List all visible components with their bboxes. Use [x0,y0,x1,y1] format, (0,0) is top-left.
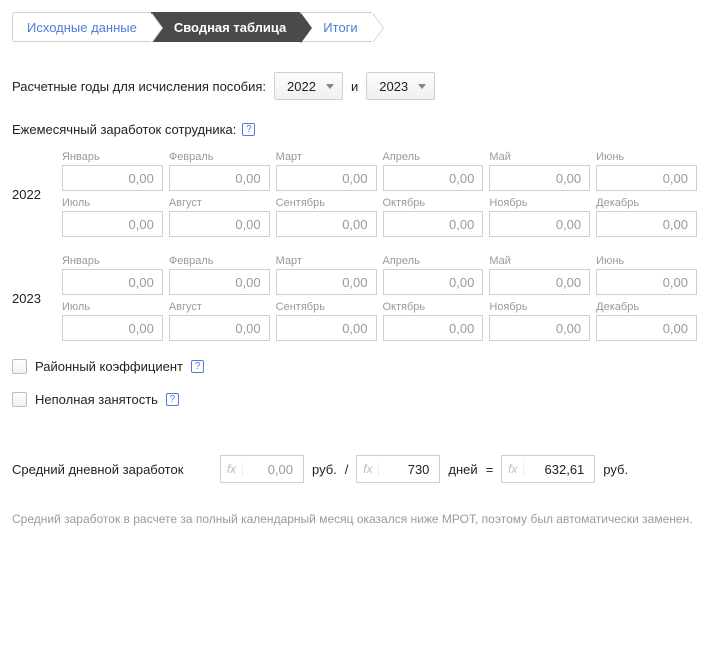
month-label: Октябрь [383,301,484,313]
mrot-note: Средний заработок в расчете за полный ка… [12,511,697,528]
chevron-down-icon [418,84,426,89]
help-icon[interactable]: ? [166,393,179,406]
earnings-input-2023-12[interactable]: 0,00 [596,315,697,341]
month-label: Май [489,151,590,163]
year-caption-2023: 2023 [12,291,50,306]
avg-earnings-input[interactable]: fx 0,00 [220,455,304,483]
earnings-input-2022-07[interactable]: 0,00 [62,211,163,237]
month-label: Октябрь [383,197,484,209]
avg-days-input[interactable]: fx 730 [356,455,440,483]
month-label: Июнь [596,255,697,267]
years-row: Расчетные годы для исчисления пособия: 2… [12,72,697,100]
earnings-input-2023-03[interactable]: 0,00 [276,269,377,295]
earnings-input-2023-04[interactable]: 0,00 [383,269,484,295]
earnings-input-2023-06[interactable]: 0,00 [596,269,697,295]
fx-icon: fx [502,462,524,476]
month-label: Май [489,255,590,267]
month-label: Март [276,151,377,163]
unit-rub: руб. [603,462,628,477]
earnings-input-2022-01[interactable]: 0,00 [62,165,163,191]
month-label: Февраль [169,151,270,163]
chevron-down-icon [326,84,334,89]
months-grid-2022: Январь 0,00 Февраль 0,00 Март 0,00 Апрель 0,… [62,151,697,237]
monthly-earnings-label: Ежемесячный заработок сотрудника: ? [12,122,697,137]
earnings-input-2022-05[interactable]: 0,00 [489,165,590,191]
district-coefficient-row: Районный коэффициент ? [12,359,697,374]
earnings-input-2023-09[interactable]: 0,00 [276,315,377,341]
part-time-row: Неполная занятость ? [12,392,697,407]
earnings-input-2023-07[interactable]: 0,00 [62,315,163,341]
month-label: Апрель [383,151,484,163]
earnings-input-2023-11[interactable]: 0,00 [489,315,590,341]
month-label: Март [276,255,377,267]
months-grid-2023: Январь 0,00 Февраль 0,00 Март 0,00 Апрель 0,… [62,255,697,341]
month-label: Ноябрь [489,197,590,209]
month-label: Август [169,197,270,209]
earnings-input-2022-06[interactable]: 0,00 [596,165,697,191]
avg-days-value: 730 [379,462,439,477]
slash: / [345,462,349,477]
avg-daily-label: Средний дневной заработок [12,462,212,477]
years-label: Расчетные годы для исчисления пособия: [12,79,266,94]
part-time-checkbox[interactable] [12,392,27,407]
unit-rub: руб. [312,462,337,477]
district-coefficient-label: Районный коэффициент [35,359,183,374]
avg-result-value: 632,61 [524,462,594,477]
tab-summary[interactable]: Сводная таблица [151,12,300,42]
avg-earnings-value: 0,00 [243,462,303,477]
earnings-input-2022-08[interactable]: 0,00 [169,211,270,237]
breadcrumb-tabs: Исходные данные Сводная таблица Итоги [12,12,697,42]
earnings-input-2022-02[interactable]: 0,00 [169,165,270,191]
part-time-label: Неполная занятость [35,392,158,407]
help-icon[interactable]: ? [191,360,204,373]
month-label: Сентябрь [276,301,377,313]
earnings-input-2022-04[interactable]: 0,00 [383,165,484,191]
select-year-2[interactable]: 2023 [366,72,435,100]
earnings-input-2022-10[interactable]: 0,00 [383,211,484,237]
district-coefficient-checkbox[interactable] [12,359,27,374]
select-year-1[interactable]: 2022 [274,72,343,100]
select-year-2-value: 2023 [379,79,408,94]
year-block-2022: 2022 Январь 0,00 Февраль 0,00 Март 0,00 Апр… [12,151,697,237]
earnings-input-2022-12[interactable]: 0,00 [596,211,697,237]
equals: = [486,462,494,477]
fx-icon: fx [221,462,243,476]
tab-source[interactable]: Исходные данные [12,12,151,42]
help-icon[interactable]: ? [242,123,255,136]
earnings-input-2023-01[interactable]: 0,00 [62,269,163,295]
month-label: Февраль [169,255,270,267]
avg-result-input[interactable]: fx 632,61 [501,455,595,483]
month-label: Июнь [596,151,697,163]
month-label: Январь [62,255,163,267]
fx-icon: fx [357,462,379,476]
month-label: Апрель [383,255,484,267]
month-label: Август [169,301,270,313]
earnings-input-2022-09[interactable]: 0,00 [276,211,377,237]
earnings-input-2022-03[interactable]: 0,00 [276,165,377,191]
earnings-input-2023-02[interactable]: 0,00 [169,269,270,295]
year-caption-2022: 2022 [12,187,50,202]
unit-days: дней [448,462,477,477]
and-label: и [351,79,358,94]
month-label: Июль [62,301,163,313]
month-label: Сентябрь [276,197,377,209]
month-label: Декабрь [596,301,697,313]
monthly-earnings-text: Ежемесячный заработок сотрудника: [12,122,236,137]
month-label: Июль [62,197,163,209]
earnings-input-2023-05[interactable]: 0,00 [489,269,590,295]
earnings-input-2023-08[interactable]: 0,00 [169,315,270,341]
month-label: Ноябрь [489,301,590,313]
month-label: Январь [62,151,163,163]
year-block-2023: 2023 Январь 0,00 Февраль 0,00 Март 0,00 Апр… [12,255,697,341]
select-year-1-value: 2022 [287,79,316,94]
earnings-input-2022-11[interactable]: 0,00 [489,211,590,237]
month-label: Декабрь [596,197,697,209]
earnings-input-2023-10[interactable]: 0,00 [383,315,484,341]
avg-daily-row: Средний дневной заработок fx 0,00 руб. /… [12,455,697,483]
